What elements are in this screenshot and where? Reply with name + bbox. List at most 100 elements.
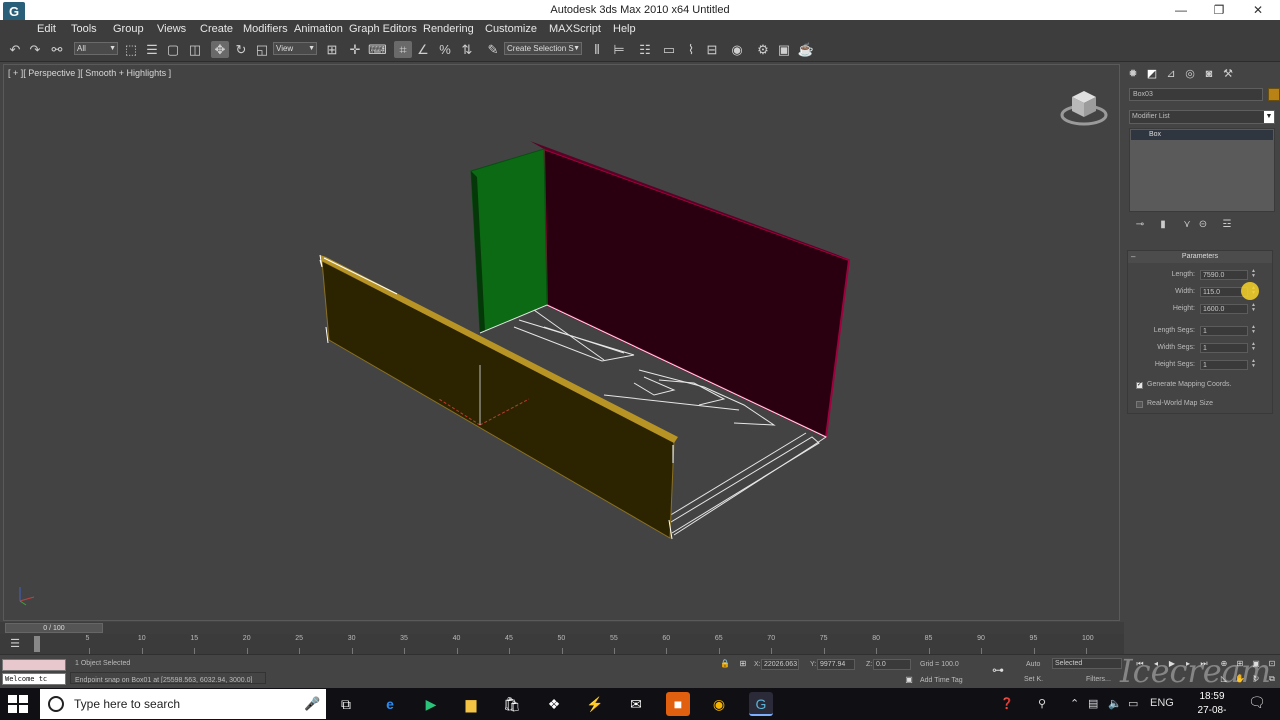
time-slider[interactable]: 0 / 100 [5,623,103,633]
taskbar-search-box[interactable]: Type here to search 🎤 [40,689,326,719]
volume-icon[interactable]: 🔈 [1108,697,1122,710]
motion-tab-icon[interactable]: ◎ [1182,66,1198,82]
modify-tab-icon[interactable]: ◩ [1144,66,1160,82]
real-world-map-checkbox[interactable] [1136,401,1143,408]
window-crossing-icon[interactable]: ◫ [186,41,204,58]
render-production-icon[interactable]: ☕ [797,41,815,58]
maxscript-listener-macro[interactable] [2,659,66,671]
notification-icon[interactable]: 🗨 [1248,694,1266,711]
length-input[interactable] [1200,270,1248,280]
menu-maxscript[interactable]: MAXScript [549,23,601,35]
render-setup-icon[interactable]: ⚙ [754,41,772,58]
dropbox-icon[interactable]: ❖ [542,692,566,716]
menu-edit[interactable]: Edit [37,23,56,35]
taskbar-clock[interactable]: 18:59 27-08-2019 [1192,690,1232,720]
rollout-header[interactable]: – Parameters [1128,251,1272,263]
select-object-icon[interactable]: ⬚ [122,41,140,58]
menu-create[interactable]: Create [200,23,233,35]
menu-help[interactable]: Help [613,23,636,35]
hierarchy-tab-icon[interactable]: ⊿ [1163,66,1179,82]
absolute-relative-icon[interactable]: ⊞ [737,659,749,669]
battery-icon[interactable]: ▭ [1128,697,1138,710]
app-bolt-icon[interactable]: ⚡ [583,692,607,716]
z-coordinate-input[interactable] [873,659,911,670]
media-player-icon[interactable]: ▶ [419,692,443,716]
default-in-out-key-icon[interactable]: ⊶ [992,664,1004,676]
menu-customize[interactable]: Customize [485,23,537,35]
stack-item-box[interactable]: Box [1131,130,1273,140]
perspective-viewport[interactable]: [ + ][ Perspective ][ Smooth + Highlight… [3,64,1120,621]
menu-tools[interactable]: Tools [71,23,97,35]
rendered-frame-icon[interactable]: ▣ [775,41,793,58]
snaps-toggle-icon[interactable]: ⌗ [394,41,412,58]
object-color-swatch[interactable] [1268,88,1280,101]
menu-views[interactable]: Views [157,23,186,35]
display-tab-icon[interactable]: ◙ [1201,66,1217,82]
height-spinner-icon[interactable]: ▲ ▼ [1251,303,1257,313]
selection-lock-icon[interactable]: 🔒 [719,659,731,669]
configure-modifier-sets-icon[interactable]: ☲ [1220,219,1234,231]
file-explorer-icon[interactable]: ▆ [459,692,483,716]
collapse-icon[interactable]: – [1131,251,1135,263]
mirror-icon[interactable]: ⫴ [588,41,606,58]
undo-icon[interactable]: ↶ [6,41,24,58]
modifier-stack[interactable]: Box [1129,128,1275,212]
create-tab-icon[interactable]: ✹ [1125,66,1141,82]
named-selection-dropdown[interactable]: Create Selection S ▼ [504,42,582,55]
percent-snap-icon[interactable]: % [436,41,454,58]
schematic-view-icon[interactable]: ⊟ [703,41,721,58]
time-tag-icon[interactable]: ▣ [903,675,915,685]
angle-snap-icon[interactable]: ∠ [414,41,432,58]
edit-named-selection-icon[interactable]: ✎ [484,41,502,58]
add-time-tag-label[interactable]: Add Time Tag [920,677,963,684]
set-key-button[interactable]: Set K. [1024,676,1043,683]
menu-group[interactable]: Group [113,23,144,35]
menu-modifiers[interactable]: Modifiers [243,23,288,35]
menu-animation[interactable]: Animation [294,23,343,35]
select-by-name-icon[interactable]: ☰ [143,41,161,58]
curve-editor-icon[interactable]: ⌇ [682,41,700,58]
time-slider-bar[interactable]: 0 / 100 [0,622,1124,634]
select-scale-icon[interactable]: ◱ [253,41,271,58]
modifier-list-dropdown[interactable]: Modifier List ▼ [1129,110,1275,124]
make-unique-icon[interactable]: ⋎ [1180,219,1194,231]
key-filters-button[interactable]: Filters... [1086,676,1111,683]
pin-stack-icon[interactable]: ⊸ [1133,219,1147,231]
people-icon[interactable]: ⚲ [1038,697,1046,710]
close-button[interactable]: ✕ [1243,2,1273,18]
microphone-icon[interactable]: 🎤 [304,696,320,712]
align-icon[interactable]: ⊨ [610,41,628,58]
layer-manager-icon[interactable]: ☷ [636,41,654,58]
key-mode-dropdown[interactable]: Selected [1052,658,1122,669]
x-coordinate-input[interactable] [761,659,799,670]
3dsmax-taskbar-icon[interactable]: G [749,692,773,716]
width-segs-input[interactable] [1200,343,1248,353]
reference-coordinate-dropdown[interactable]: View ▼ [273,42,317,55]
chrome-icon[interactable]: ◉ [707,692,731,716]
track-bar[interactable]: ☰ 5 10 15 20 25 30 35 40 45 50 55 60 65 70 75 80 85 90 95 1… [0,634,1124,654]
select-rotate-icon[interactable]: ↻ [232,41,250,58]
maxscript-mini-listener[interactable]: Welcome tc [2,673,66,685]
mini-curve-editor-icon[interactable]: ☰ [6,636,24,653]
store-icon[interactable]: 🛍 [500,692,524,716]
minimize-button[interactable]: — [1166,2,1196,18]
selection-filter-dropdown[interactable]: All ▼ [74,42,118,55]
edge-browser-icon[interactable]: e [378,692,402,716]
input-language[interactable]: ENG [1150,697,1174,709]
viewcube-icon[interactable] [1060,87,1108,127]
generate-mapping-checkbox[interactable]: ✓ [1136,382,1143,389]
maximize-button[interactable]: ❐ [1204,2,1234,18]
remove-modifier-icon[interactable]: ⊝ [1196,219,1210,231]
network-icon[interactable]: ▤ [1088,697,1098,710]
object-name-input[interactable] [1129,88,1263,101]
redo-icon[interactable]: ↷ [26,41,44,58]
menu-graph-editors[interactable]: Graph Editors [349,23,417,35]
select-move-icon[interactable]: ✥ [211,41,229,58]
keyboard-shortcut-icon[interactable]: ⌨ [368,41,387,58]
menu-rendering[interactable]: Rendering [423,23,474,35]
tray-overflow-icon[interactable]: ⌃ [1070,697,1079,710]
rectangular-selection-icon[interactable]: ▢ [164,41,182,58]
select-manipulate-icon[interactable]: ✛ [346,41,364,58]
task-view-icon[interactable]: ⧉ [334,692,358,716]
material-editor-icon[interactable]: ◉ [728,41,746,58]
